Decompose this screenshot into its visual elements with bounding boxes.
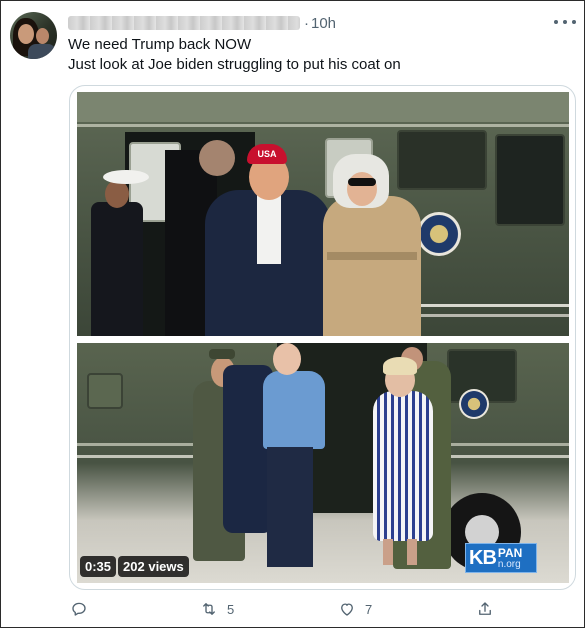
author-name-blurred[interactable] <box>68 16 300 30</box>
video-frame-top: USA <box>77 92 569 336</box>
usa-cap: USA <box>247 144 287 164</box>
tweet-timestamp[interactable]: 10h <box>311 15 336 32</box>
retweet-icon <box>203 603 215 615</box>
watermark-top-text: PAN <box>497 545 523 560</box>
author-avatar[interactable] <box>10 12 57 59</box>
tweet-text-line: Just look at Joe biden struggling to put… <box>68 56 401 73</box>
reply-button[interactable] <box>70 600 97 618</box>
share-button[interactable] <box>476 600 503 618</box>
video-badges: 0:35 202 views <box>80 556 189 577</box>
heart-icon <box>341 603 353 616</box>
tweet-header: · 10h <box>68 12 336 34</box>
tweet-text-line: We need Trump back NOW <box>68 36 252 53</box>
reply-icon <box>72 602 86 616</box>
header-separator: · <box>304 14 309 32</box>
tweet-text: We need Trump back NOW Just look at Joe … <box>68 35 401 75</box>
video-duration: 0:35 <box>80 556 117 577</box>
watermark-url-text: n.org <box>497 558 521 570</box>
like-count: 7 <box>365 601 373 617</box>
video-player[interactable]: USA 0:35 202 views KB PAN n.org <box>69 85 576 590</box>
share-icon <box>479 602 491 615</box>
watermark-big-text: KB <box>469 546 497 569</box>
kbpan-watermark: KB PAN n.org <box>465 543 537 573</box>
like-button[interactable]: 7 <box>338 600 372 618</box>
tweet-actions: 5 7 <box>0 600 585 624</box>
retweet-count: 5 <box>227 601 235 617</box>
video-views: 202 views <box>118 556 189 577</box>
retweet-button[interactable]: 5 <box>200 600 234 618</box>
more-dots-icon[interactable] <box>554 14 576 30</box>
